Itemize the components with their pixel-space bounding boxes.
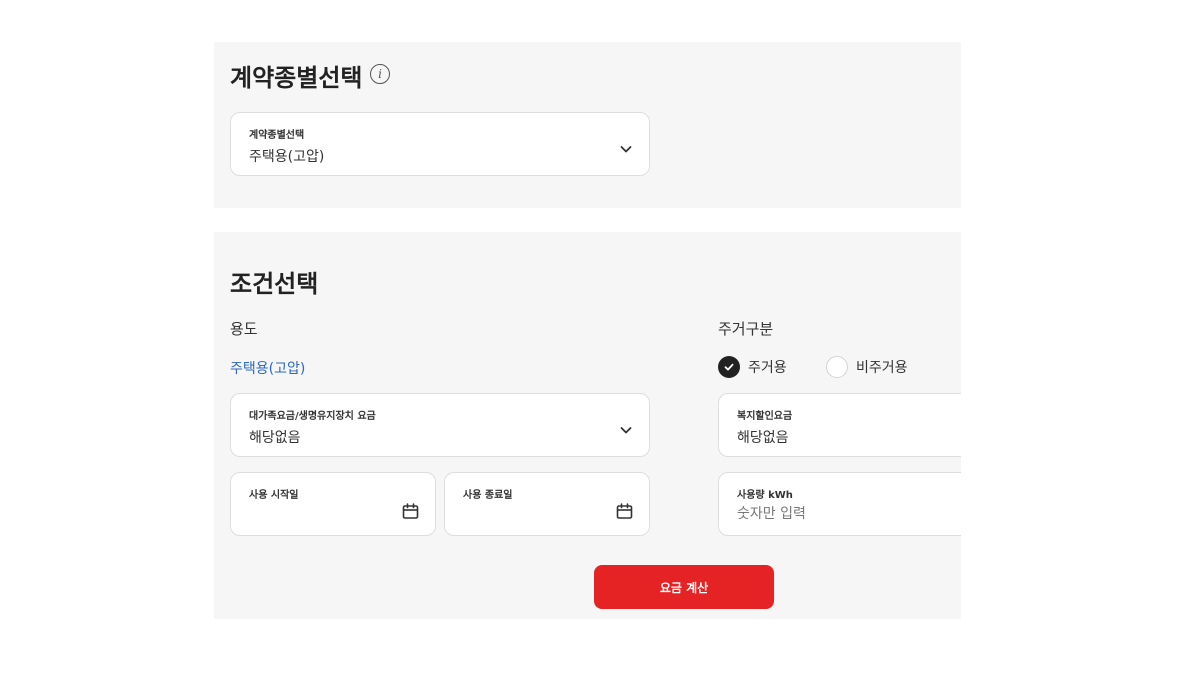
contract-type-panel: 계약종별선택 i 계약종별선택 주택용(고압) [214, 42, 961, 208]
radio-residential-label: 주거용 [748, 360, 787, 376]
condition-panel: 조건선택 용도 주택용(고압) 주거구분 주거용 비주거용 대가족요금/생명유지… [214, 232, 961, 619]
kwh-usage-field[interactable]: 사용량 kWh [718, 472, 961, 536]
radio-residential[interactable]: 주거용 [718, 356, 787, 378]
condition-title: 조건선택 [230, 270, 319, 298]
start-date-label: 사용 시작일 [249, 490, 299, 501]
radio-non-residential[interactable]: 비주거용 [826, 356, 908, 378]
end-date-picker[interactable]: 사용 종료일 [444, 472, 650, 536]
large-family-select-label: 대가족요금/생명유지장치 요금 [249, 411, 376, 422]
usage-label: 용도 [230, 320, 258, 338]
radio-non-residential-label: 비주거용 [856, 360, 908, 376]
chevron-down-icon [620, 427, 632, 434]
calendar-icon[interactable] [616, 503, 633, 520]
large-family-select-value: 해당없음 [249, 430, 301, 446]
start-date-picker[interactable]: 사용 시작일 [230, 472, 436, 536]
kwh-usage-input[interactable] [737, 506, 937, 522]
large-family-select[interactable]: 대가족요금/생명유지장치 요금 해당없음 [230, 393, 650, 457]
welfare-discount-select-label: 복지할인요금 [737, 411, 793, 422]
radio-unchecked-icon [826, 356, 848, 378]
contract-type-select-label: 계약종별선택 [249, 130, 305, 141]
end-date-label: 사용 종료일 [463, 490, 513, 501]
radio-checked-icon [718, 356, 740, 378]
chevron-down-icon [620, 146, 632, 153]
contract-type-select[interactable]: 계약종별선택 주택용(고압) [230, 112, 650, 176]
calculate-fee-button[interactable]: 요금 계산 [594, 565, 774, 609]
info-icon[interactable]: i [370, 64, 390, 84]
contract-type-title: 계약종별선택 [230, 64, 363, 92]
calendar-icon[interactable] [402, 503, 419, 520]
usage-value-link[interactable]: 주택용(고압) [230, 358, 305, 378]
kwh-usage-label: 사용량 kWh [737, 490, 793, 501]
welfare-discount-select[interactable]: 복지할인요금 해당없음 [718, 393, 961, 457]
contract-type-select-value: 주택용(고압) [249, 149, 325, 165]
check-icon [724, 363, 734, 371]
welfare-discount-select-value: 해당없음 [737, 430, 789, 446]
residence-type-label: 주거구분 [718, 320, 774, 338]
